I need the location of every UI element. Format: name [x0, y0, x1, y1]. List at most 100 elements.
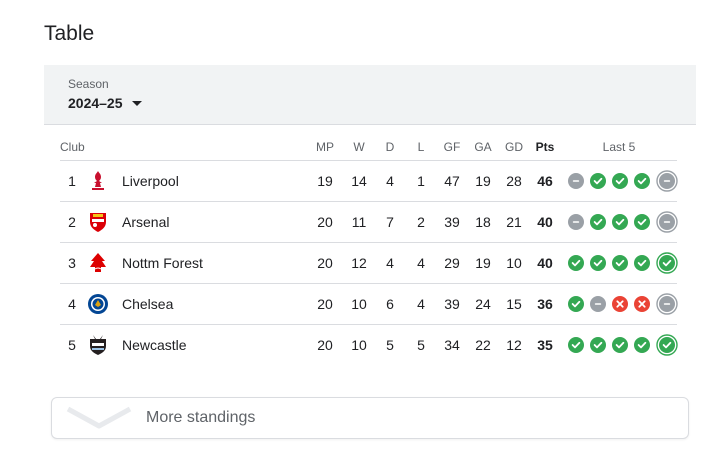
- win-icon: [634, 255, 650, 271]
- row-position: 4: [68, 296, 76, 312]
- row-gf: 39: [444, 296, 460, 312]
- row-gf: 47: [444, 173, 460, 189]
- table-row[interactable]: 4 Chelsea 20 10 6 4 39 24 15 36: [60, 284, 678, 325]
- row-gd: 28: [506, 173, 522, 189]
- table-row[interactable]: 1 Liverpool 19 14 4 1 47 19 28 46: [60, 161, 678, 202]
- row-pts: 35: [537, 337, 553, 353]
- row-gd: 21: [506, 214, 522, 230]
- header-ga: GA: [474, 140, 492, 154]
- row-position: 2: [68, 214, 76, 230]
- row-d: 7: [386, 214, 394, 230]
- draw-icon: [656, 293, 678, 315]
- table-row[interactable]: 2 Arsenal 20 11 7 2 39 18 21 40: [60, 202, 678, 243]
- draw-icon: [656, 170, 678, 192]
- row-l: 2: [417, 214, 425, 230]
- win-icon: [568, 337, 584, 353]
- row-club-name: Arsenal: [122, 214, 170, 230]
- nottm-forest-crest-icon: [86, 251, 110, 275]
- table-body: 1 Liverpool 19 14 4 1 47 19 28 46 2 Arsenal 20 11 7 2 39…: [60, 161, 678, 365]
- liverpool-crest-icon: [86, 169, 110, 193]
- last5-form: [568, 293, 678, 315]
- row-l: 4: [417, 296, 425, 312]
- row-mp: 19: [317, 173, 333, 189]
- draw-icon: [590, 296, 606, 312]
- row-mp: 20: [317, 296, 333, 312]
- win-icon: [590, 255, 606, 271]
- header-l: L: [417, 140, 425, 154]
- table-header: Club MP W D L GF GA GD Pts Last 5: [60, 132, 677, 161]
- season-label: Season: [68, 77, 109, 91]
- header-w: W: [353, 140, 365, 154]
- row-club-name: Newcastle: [122, 337, 187, 353]
- row-w: 11: [351, 214, 367, 230]
- row-d: 4: [386, 255, 394, 271]
- header-pts: Pts: [535, 140, 555, 154]
- row-ga: 18: [475, 214, 491, 230]
- header-d: D: [385, 140, 395, 154]
- newcastle-crest-icon: [86, 333, 110, 357]
- row-club-name: Liverpool: [122, 173, 179, 189]
- row-pts: 40: [537, 214, 553, 230]
- draw-icon: [656, 211, 678, 233]
- draw-icon: [568, 173, 584, 189]
- chevron-down-icon: [66, 406, 132, 429]
- row-ga: 22: [475, 337, 491, 353]
- row-club-name: Nottm Forest: [122, 255, 203, 271]
- last5-form: [568, 252, 678, 274]
- win-icon: [612, 255, 628, 271]
- season-bar: Season 2024–25: [44, 65, 696, 125]
- more-standings-button[interactable]: More standings: [51, 397, 689, 439]
- row-d: 5: [386, 337, 394, 353]
- win-icon: [612, 214, 628, 230]
- header-last5: Last 5: [602, 140, 636, 154]
- row-gd: 15: [506, 296, 522, 312]
- last5-form: [568, 334, 678, 356]
- row-l: 5: [417, 337, 425, 353]
- win-icon: [634, 337, 650, 353]
- row-pts: 36: [537, 296, 553, 312]
- win-icon: [590, 173, 606, 189]
- header-gd: GD: [505, 140, 523, 154]
- row-ga: 19: [475, 173, 491, 189]
- last5-form: [568, 170, 678, 192]
- win-icon: [634, 173, 650, 189]
- season-dropdown[interactable]: 2024–25: [68, 95, 142, 111]
- header-mp: MP: [316, 140, 334, 154]
- header-club: Club: [60, 140, 85, 154]
- win-icon: [612, 337, 628, 353]
- row-w: 10: [351, 296, 367, 312]
- row-gf: 34: [444, 337, 460, 353]
- row-mp: 20: [317, 214, 333, 230]
- win-icon: [634, 214, 650, 230]
- draw-icon: [568, 214, 584, 230]
- page-title: Table: [44, 22, 95, 45]
- row-pts: 40: [537, 255, 553, 271]
- row-mp: 20: [317, 337, 333, 353]
- row-pts: 46: [537, 173, 553, 189]
- win-icon: [656, 334, 678, 356]
- row-mp: 20: [317, 255, 333, 271]
- row-gf: 39: [444, 214, 460, 230]
- more-standings-label: More standings: [146, 409, 256, 426]
- win-icon: [590, 214, 606, 230]
- header-gf: GF: [443, 140, 461, 154]
- last5-form: [568, 211, 678, 233]
- row-position: 3: [68, 255, 76, 271]
- row-l: 4: [417, 255, 425, 271]
- table-row[interactable]: 3 Nottm Forest 20 12 4 4 29 19 10 40: [60, 243, 678, 284]
- row-w: 12: [351, 255, 367, 271]
- row-d: 4: [386, 173, 394, 189]
- row-d: 6: [386, 296, 394, 312]
- win-icon: [568, 255, 584, 271]
- table-row[interactable]: 5 Newcastle 20 10 5 5 34 22 12 35: [60, 325, 678, 365]
- row-position: 5: [68, 337, 76, 353]
- arsenal-crest-icon: [86, 210, 110, 234]
- row-w: 10: [351, 337, 367, 353]
- chelsea-crest-icon: [86, 292, 110, 316]
- caret-down-icon: [131, 100, 142, 106]
- row-ga: 19: [475, 255, 491, 271]
- row-gf: 29: [444, 255, 460, 271]
- row-position: 1: [68, 173, 76, 189]
- loss-icon: [612, 296, 628, 312]
- row-gd: 10: [506, 255, 522, 271]
